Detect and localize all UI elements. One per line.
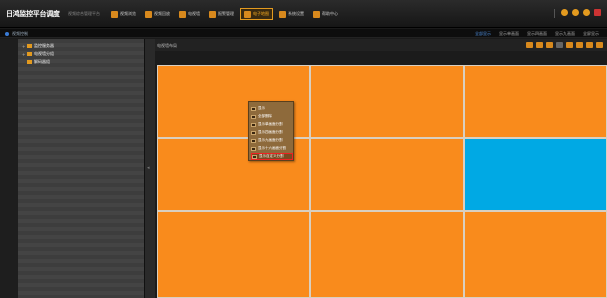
folder-icon xyxy=(27,60,32,64)
app-title: 日鸿监控平台调度 xyxy=(6,10,60,18)
layout-icon[interactable] xyxy=(576,42,583,48)
tree-item-servers[interactable]: + 监控服务器 xyxy=(22,43,54,49)
context-menu-item-label: 全部删除 xyxy=(258,114,272,118)
wall-screen-r3c3[interactable] xyxy=(464,211,607,298)
context-menu-item[interactable]: 显示自定义分割 xyxy=(251,153,293,160)
save-icon[interactable] xyxy=(566,42,573,48)
main-header: 电视墙布局 xyxy=(155,39,607,51)
menu-item-icon xyxy=(251,146,256,151)
context-menu-item[interactable]: 显示四画面分割 xyxy=(251,129,293,136)
menu-item-help[interactable]: 帮助中心 xyxy=(310,8,341,20)
context-menu-item-label: 显示十六画面分割 xyxy=(258,146,286,150)
menu-item-playback[interactable]: 视频回放 xyxy=(142,8,173,20)
tv-wall-grid xyxy=(157,65,607,298)
wall-toolbar xyxy=(526,42,603,48)
wall-screen-r1c2[interactable] xyxy=(310,65,464,138)
context-menu-item[interactable]: 显示 xyxy=(251,105,293,112)
context-menu: 显示全部删除显示单画面分割 显示四画面分割 显示九画面分割 显示十六画面分割 显示自定义… xyxy=(248,101,294,161)
context-menu-item-label: 显示自定义分割 xyxy=(259,154,284,158)
context-menu-item[interactable]: 显示单画面分割 xyxy=(251,121,293,128)
subbar-title: 视频控制 xyxy=(5,31,28,37)
settings-icon[interactable] xyxy=(572,9,579,16)
delete-icon[interactable] xyxy=(546,42,553,48)
lock-icon[interactable] xyxy=(561,9,568,16)
alarm-icon xyxy=(209,10,216,18)
context-menu-item-label: 显示单画面分割 xyxy=(258,122,283,126)
camera-icon xyxy=(111,10,118,18)
wall-screen-r3c2[interactable] xyxy=(310,211,464,298)
tv-wall-area: 电视墙布局 xyxy=(155,39,607,298)
option-fullscreen[interactable]: 全屏显示 xyxy=(583,31,599,37)
menu-item-video-browse[interactable]: 视频浏览 xyxy=(108,8,139,20)
menu-item-settings[interactable]: 系统设置 xyxy=(276,8,307,20)
wall-screen-r2c3[interactable] xyxy=(464,138,607,211)
status-dot-icon xyxy=(5,32,9,36)
window-controls xyxy=(561,9,601,16)
add-icon[interactable] xyxy=(526,42,533,48)
menu-item-icon xyxy=(251,122,256,127)
tree-item-decoders[interactable]: 解码器组 xyxy=(22,59,50,65)
zoom-icon[interactable] xyxy=(596,42,603,48)
context-menu-item[interactable]: 显示九画面分割 xyxy=(251,137,293,144)
menu-item-icon xyxy=(251,138,256,143)
wall-screen-r2c2[interactable] xyxy=(310,138,464,211)
title-bar: 日鸿监控平台调度 视频综合管理平台 视频浏览 视频回放 电视墙 报警管理 电子地… xyxy=(0,0,607,28)
map-icon xyxy=(244,10,251,18)
context-menu-item[interactable]: 显示十六画面分割 xyxy=(251,145,293,152)
menu-item-e-map[interactable]: 电子地图 xyxy=(240,8,273,20)
window-control-separator xyxy=(554,9,555,18)
edit-icon[interactable] xyxy=(536,42,543,48)
panel-splitter[interactable]: ◂ xyxy=(145,39,155,298)
refresh-icon[interactable] xyxy=(586,42,593,48)
minimize-icon[interactable] xyxy=(583,9,590,16)
folder-icon xyxy=(27,52,32,56)
context-menu-item-label: 显示九画面分割 xyxy=(258,138,283,142)
tv-wall-icon xyxy=(179,10,186,18)
help-icon xyxy=(313,10,320,18)
menu-item-alarm[interactable]: 报警管理 xyxy=(206,8,237,20)
context-menu-item[interactable]: 全部删除 xyxy=(251,113,293,120)
context-menu-item-label: 显示四画面分割 xyxy=(258,130,283,134)
separator-icon xyxy=(556,42,563,48)
menu-item-tv-wall[interactable]: 电视墙 xyxy=(176,8,203,20)
menu-item-icon xyxy=(251,106,256,111)
main-menu: 视频浏览 视频回放 电视墙 报警管理 电子地图 系统设置 帮助中心 xyxy=(108,8,341,20)
main-title: 电视墙布局 xyxy=(157,43,177,48)
folder-icon xyxy=(27,44,32,48)
menu-item-icon xyxy=(252,154,257,159)
app-subtitle: 视频综合管理平台 xyxy=(68,11,100,16)
option-nine[interactable]: 显示九画面 xyxy=(555,31,575,37)
wall-screen-r1c3[interactable] xyxy=(464,65,607,138)
option-four[interactable]: 显示四画面 xyxy=(527,31,547,37)
context-menu-item-label: 显示 xyxy=(258,106,265,110)
menu-item-icon xyxy=(251,114,256,119)
wall-screen-r3c1[interactable] xyxy=(157,211,310,298)
tree-item-tv-wall-groups[interactable]: + 电视墙分组 xyxy=(22,51,54,57)
layout-options: 全部显示 显示单画面 显示四画面 显示九画面 全屏显示 xyxy=(475,31,599,37)
option-show-all[interactable]: 全部显示 xyxy=(475,31,491,37)
sub-toolbar: 视频控制 全部显示 显示单画面 显示四画面 显示九画面 全屏显示 xyxy=(0,29,607,38)
gear-icon xyxy=(279,10,286,18)
close-icon[interactable] xyxy=(594,9,601,16)
device-tree-panel: + 监控服务器 + 电视墙分组 解码器组 xyxy=(18,39,145,298)
option-single[interactable]: 显示单画面 xyxy=(499,31,519,37)
left-edge-strip xyxy=(0,39,18,298)
menu-item-icon xyxy=(251,130,256,135)
playback-icon xyxy=(145,10,152,18)
collapse-arrow-icon[interactable]: ◂ xyxy=(147,165,150,171)
